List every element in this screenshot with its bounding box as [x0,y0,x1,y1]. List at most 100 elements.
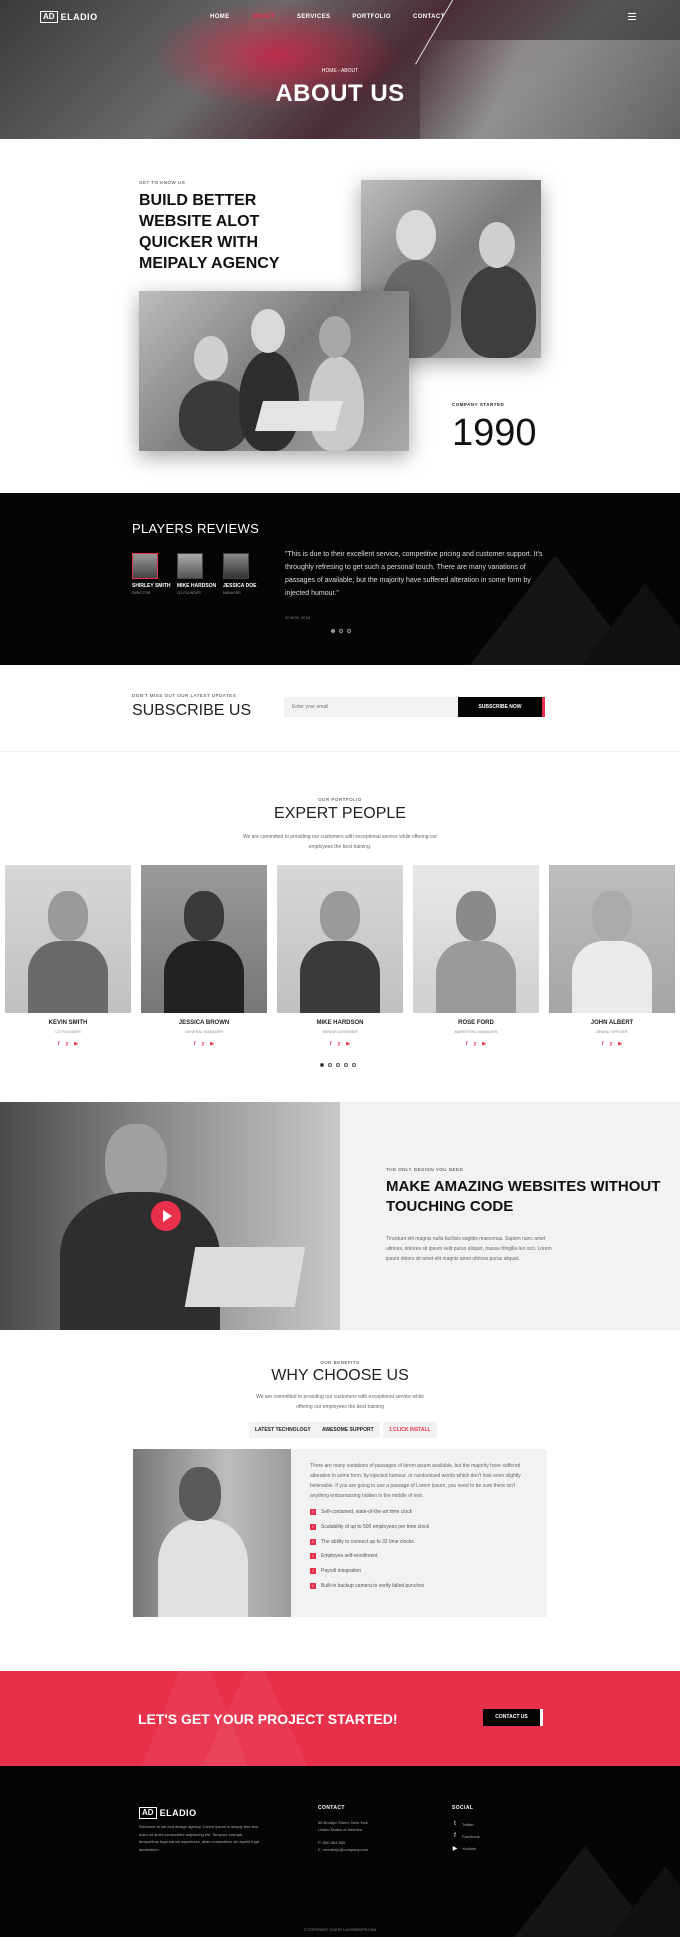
tab-latest-technology[interactable]: LATEST TECHNOLOGY [249,1422,317,1438]
tab-awesome-support[interactable]: AWESOME SUPPORT [316,1422,380,1438]
why-eyebrow: OUR BENEFITS [320,1360,360,1365]
decor-triangle [560,583,680,665]
check-icon: ✓ [310,1509,316,1515]
nav-services[interactable]: SERVICES [297,14,330,20]
member-photo [413,865,539,1013]
email-input[interactable] [284,697,458,717]
facebook-icon[interactable]: f [194,1041,196,1047]
team-section: OUR PORTFOLIO EXPERT PEOPLE We are commi… [0,752,680,1102]
contact-us-button[interactable]: CONTACT US [483,1709,543,1726]
reviewer-avatar [132,553,158,579]
nav-home[interactable]: HOME [210,14,230,20]
member-name: JESSICA BROWN [178,1020,230,1026]
email-link[interactable]: E: needhelp@company.com [318,1846,368,1853]
menu-icon[interactable] [628,13,636,22]
reviewer-avatar [177,553,203,579]
pagination-dot[interactable] [328,1063,332,1067]
twitter-icon[interactable]: y [202,1041,205,1047]
twitter-icon[interactable]: y [338,1041,341,1047]
footer-social: SOCIAL t Twitter f Facebook ▶ Youtube [452,1805,480,1852]
company-started-label: COMPANY STARTED [452,402,505,407]
subscribe-eyebrow: DON'T MISS OUT OUR LATEST UPDATES [132,693,237,698]
check-icon: ✓ [310,1553,316,1560]
member-photo [5,865,131,1013]
member-social: f y ▶ [277,1041,403,1047]
facebook-icon: f [454,1833,456,1839]
facebook-icon[interactable]: f [58,1041,60,1047]
facebook-icon[interactable]: f [330,1041,332,1047]
company-started-year: 1990 [452,412,537,454]
list-item: ✓ Scalability of up to 500 employees per … [310,1523,430,1530]
check-icon: ✓ [310,1523,316,1530]
facebook-icon[interactable]: f [466,1041,468,1047]
why-title: WHY CHOOSE US [271,1367,409,1384]
reviewer-name: JESSICA DOE [223,583,257,589]
video-heading: MAKE AMAZING WEBSITES WITHOUT TOUCHING C… [386,1178,661,1215]
youtube-icon[interactable]: ▶ [74,1041,78,1047]
decor-triangle [580,1866,680,1937]
member-name: JOHN ALBERT [590,1020,634,1026]
why-intro: We are committed to providing our custom… [256,1394,424,1410]
hero-banner: AD ELADIO HOME ABOUT SERVICES PORTFOLIO … [0,0,680,139]
office-discussion-photo [139,291,409,451]
subscribe-section: DON'T MISS OUT OUR LATEST UPDATES SUBSCR… [0,665,680,752]
twitter-icon[interactable]: y [66,1041,69,1047]
breadcrumb-home[interactable]: HOME [322,68,337,74]
facebook-icon[interactable]: f [602,1041,604,1047]
video-section: THE ONLY DESIGN YOU NEED MAKE AMAZING WE… [0,1102,680,1330]
pagination-dot[interactable] [352,1063,356,1067]
pagination-dot[interactable] [344,1063,348,1067]
logo-text: ELADIO [159,1808,197,1818]
pagination-dot[interactable] [320,1063,324,1067]
why-section: OUR BENEFITS WHY CHOOSE US We are commit… [0,1330,680,1671]
reviewer-card[interactable]: JESSICA DOE MANAGER [223,553,267,595]
reviewer-role: MANAGER [223,591,241,595]
tab-one-click-install[interactable]: 1 CLICK INSTALL [383,1422,437,1438]
social-link-twitter[interactable]: t Twitter [452,1821,480,1827]
member-social: f y ▶ [141,1041,267,1047]
twitter-icon[interactable]: y [474,1041,477,1047]
phone: P: 650 864 565 [318,1840,346,1845]
about-eyebrow: GET TO KNOW US [139,180,186,185]
reviewer-avatar [223,553,249,579]
youtube-icon[interactable]: ▶ [618,1041,622,1047]
play-icon[interactable] [151,1201,181,1231]
country-line: United States of America [318,1827,363,1832]
reviewer-card[interactable]: SHIRLEY SMITH DIRECTOR [132,553,176,595]
twitter-icon[interactable]: y [610,1041,613,1047]
youtube-icon[interactable]: ▶ [210,1041,214,1047]
footer-contact: CONTACT 66 Broklyn Street, New York Unit… [318,1805,368,1853]
list-item: ✓ Employee self-enrollment [310,1553,378,1560]
logo[interactable]: AD ELADIO [40,11,98,23]
reviews-section: PLAYERS REVIEWS SHIRLEY SMITH DIRECTOR M… [0,493,680,665]
pagination-dot[interactable] [339,629,343,633]
reviewer-card[interactable]: MIKE HARDSON CO-FOUNDER [177,553,221,595]
social-link-youtube[interactable]: ▶ Youtube [452,1845,480,1852]
team-member-card[interactable]: JESSICA BROWN GENERAL MANAGER f y ▶ [141,865,267,1047]
reviewer-name: SHIRLEY SMITH [132,583,171,589]
subscribe-button[interactable]: SUBSCRIBE NOW [458,697,545,717]
reviewer-role: DIRECTOR [132,591,151,595]
pagination-dot[interactable] [336,1063,340,1067]
youtube-icon[interactable]: ▶ [346,1041,350,1047]
copyright: © COPYRIGHT 2018 BY LAYERDROPS.COM [303,1928,377,1932]
video-text: Tincidunt elit magnis nulla facilisis sa… [386,1236,552,1262]
youtube-icon[interactable]: ▶ [482,1041,486,1047]
main-nav: HOME ABOUT SERVICES PORTFOLIO CONTACT [210,14,445,20]
footer-logo[interactable]: AD ELADIO [139,1807,197,1819]
review-date: 20 NOV, 2018 [285,615,310,620]
team-member-card[interactable]: MIKE HARDSON SENIOR DESIGNER f y ▶ [277,865,403,1047]
check-icon: ✓ [310,1582,316,1589]
nav-about[interactable]: ABOUT [252,14,275,20]
nav-portfolio[interactable]: PORTFOLIO [352,14,391,20]
cta-title: LET'S GET YOUR PROJECT STARTED! [138,1711,398,1727]
twitter-icon: t [454,1821,456,1827]
pagination-dot[interactable] [331,629,335,633]
social-link-facebook[interactable]: f Facebook [452,1833,479,1839]
member-photo [277,865,403,1013]
team-member-card[interactable]: JOHN ALBERT BRAND OFFICER f y ▶ [549,865,675,1047]
team-member-card[interactable]: ROSE FORD MARKETING MANAGER f y ▶ [413,865,539,1047]
team-member-card[interactable]: KEVIN SMITH CO FOUNDER f y ▶ [5,865,131,1047]
pagination-dot[interactable] [347,629,351,633]
nav-contact[interactable]: CONTACT [413,14,445,20]
